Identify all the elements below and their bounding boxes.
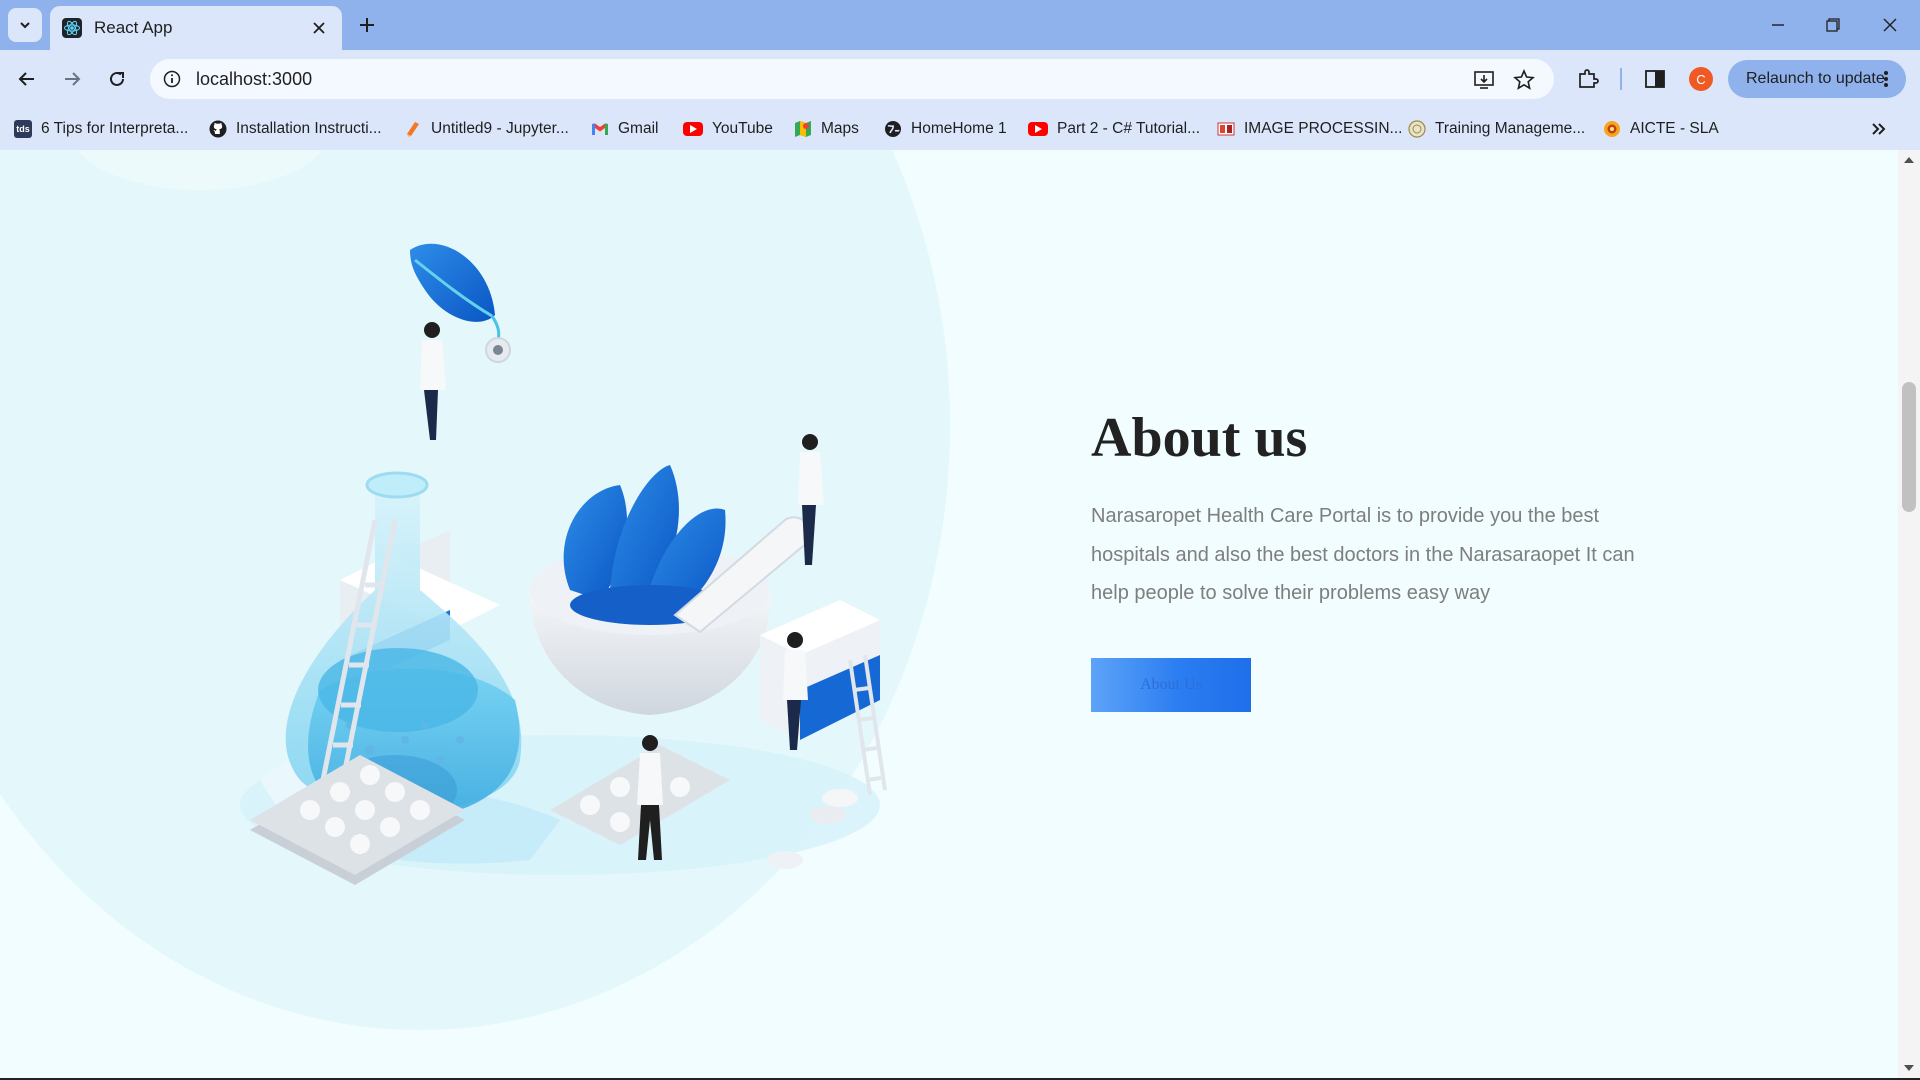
about-heading: About us	[1091, 407, 1308, 469]
bookmark-homehome[interactable]: HomeHome 1	[884, 114, 1007, 144]
tab-search-button[interactable]	[8, 8, 42, 42]
bookmark-label: Gmail	[618, 120, 659, 137]
restore-icon	[1826, 18, 1840, 32]
bookmark-label: HomeHome 1	[911, 120, 1007, 137]
aicte-icon	[1603, 120, 1621, 138]
bookmark-label: YouTube	[712, 120, 773, 137]
bookmark-csharp-tutorial[interactable]: Part 2 - C# Tutorial...	[1028, 114, 1200, 144]
browser-toolbar: localhost:3000 C Relaunch to update	[0, 50, 1920, 108]
scrollbar-thumb[interactable]	[1902, 382, 1916, 512]
close-icon	[1883, 18, 1897, 32]
about-description: Narasaropet Health Care Portal is to pro…	[1091, 505, 1635, 604]
tablet	[767, 851, 803, 869]
lab-illustration	[240, 243, 887, 885]
bookmark-label: AICTE - SLA	[1630, 120, 1719, 137]
more-bookmarks-button[interactable]	[1866, 118, 1892, 140]
star-icon	[1513, 69, 1535, 90]
tab-strip: React App	[0, 0, 1920, 50]
scroll-up-arrow-icon[interactable]	[1898, 152, 1920, 168]
install-icon	[1474, 71, 1494, 89]
tablet	[822, 789, 858, 807]
maps-icon	[794, 120, 812, 138]
site-info-button[interactable]	[160, 67, 184, 91]
droplet-core	[493, 345, 503, 355]
address-bar[interactable]: localhost:3000	[150, 59, 1554, 99]
profile-avatar[interactable]: C	[1689, 67, 1713, 91]
bookmark-installation[interactable]: Installation Instructi...	[209, 114, 382, 144]
scientist-figure	[420, 322, 446, 440]
github-icon	[209, 120, 227, 138]
minimize-icon	[1772, 24, 1784, 26]
tab-close-button[interactable]	[308, 17, 330, 39]
react-icon	[62, 18, 82, 38]
bookmark-gmail[interactable]: Gmail	[591, 114, 658, 144]
url-text: localhost:3000	[196, 69, 313, 89]
page-viewport: About us Narasaropet Health Care Portal …	[0, 150, 1898, 1078]
bookmark-label: Part 2 - C# Tutorial...	[1057, 120, 1200, 137]
reload-icon	[110, 71, 124, 86]
close-window-button[interactable]	[1870, 8, 1910, 42]
forward-button[interactable]	[54, 61, 90, 97]
gmail-icon	[591, 120, 609, 138]
jupyter-icon	[404, 120, 422, 138]
bookmark-label: Training Manageme...	[1435, 120, 1586, 137]
bookmark-aicte[interactable]: AICTE - SLA	[1603, 114, 1719, 144]
bookmark-youtube[interactable]: YouTube	[683, 114, 773, 144]
bookmark-label: Untitled9 - Jupyter...	[431, 120, 569, 137]
puzzle-icon	[1579, 69, 1599, 88]
close-icon	[313, 22, 325, 34]
minimize-button[interactable]	[1758, 8, 1798, 42]
bookmark-jupyter[interactable]: Untitled9 - Jupyter...	[404, 114, 569, 144]
tablet	[810, 806, 846, 824]
tab-react-app[interactable]: React App	[50, 6, 342, 50]
scroll-down-arrow-icon[interactable]	[1898, 1060, 1920, 1076]
youtube-icon	[1028, 122, 1048, 136]
bookmark-label: 6 Tips for Interpreta...	[41, 120, 189, 137]
side-panel-button[interactable]	[1640, 64, 1670, 94]
side-panel-icon	[1645, 70, 1665, 88]
bookmark-tips[interactable]: tds 6 Tips for Interpreta...	[14, 114, 188, 144]
bookmark-label: Installation Instructi...	[236, 120, 382, 137]
bookmark-star-button[interactable]	[1511, 67, 1537, 93]
vertical-scrollbar[interactable]	[1898, 150, 1920, 1078]
youtube-icon	[683, 122, 703, 136]
toolbar-divider	[1620, 68, 1622, 90]
back-button[interactable]	[9, 61, 45, 97]
image-icon	[1217, 120, 1235, 138]
bookmark-maps[interactable]: Maps	[794, 114, 859, 144]
tds-icon: tds	[14, 120, 32, 138]
plus-icon	[360, 18, 374, 32]
flask-mouth	[365, 471, 429, 499]
tab-title: React App	[94, 18, 173, 37]
bookmark-label: IMAGE PROCESSIN...	[1244, 120, 1403, 137]
relaunch-to-update-button[interactable]: Relaunch to update	[1728, 60, 1906, 98]
restore-button[interactable]	[1813, 8, 1853, 42]
bookmark-training[interactable]: Training Manageme...	[1408, 114, 1585, 144]
arrow-right-icon	[65, 72, 81, 86]
reload-button[interactable]	[99, 61, 135, 97]
about-us-button[interactable]: About Us	[1091, 658, 1251, 712]
bookmarks-bar: tds 6 Tips for Interpreta... Installatio…	[0, 108, 1920, 150]
double-chevron-right-icon	[1872, 123, 1886, 135]
install-app-button[interactable]	[1471, 67, 1497, 93]
bookmark-image-processing[interactable]: IMAGE PROCESSIN...	[1217, 114, 1402, 144]
chevron-down-icon	[20, 22, 30, 29]
info-icon	[163, 70, 181, 88]
extensions-button[interactable]	[1573, 64, 1603, 94]
relaunch-label: Relaunch to update	[1746, 70, 1885, 87]
new-tab-button[interactable]	[352, 10, 382, 40]
drip	[490, 315, 501, 341]
bookmark-label: Maps	[821, 120, 859, 137]
arrow-left-icon	[18, 72, 34, 86]
more-menu-icon[interactable]	[1876, 69, 1896, 89]
browser-window: React App localhost:3000 C Relaunch to u…	[0, 0, 1920, 1080]
training-icon	[1408, 120, 1426, 138]
globe-icon	[884, 120, 902, 138]
